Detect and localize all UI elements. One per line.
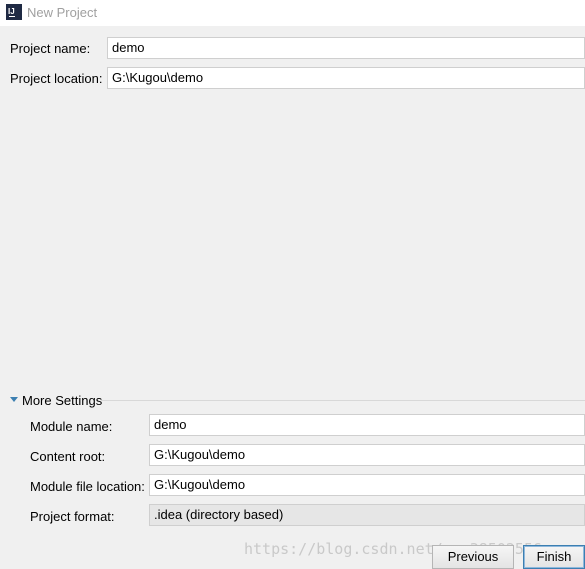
project-location-input[interactable]: G:\Kugou\demo bbox=[107, 67, 585, 89]
previous-button[interactable]: Previous bbox=[432, 545, 514, 569]
module-file-location-input[interactable]: G:\Kugou\demo bbox=[149, 474, 585, 496]
module-file-location-label: Module file location: bbox=[30, 479, 145, 494]
module-name-label: Module name: bbox=[30, 419, 113, 434]
content-root-input[interactable]: G:\Kugou\demo bbox=[149, 444, 585, 466]
project-format-select[interactable]: .idea (directory based) bbox=[149, 504, 585, 526]
project-location-label: Project location: bbox=[10, 71, 103, 86]
project-format-label: Project format: bbox=[30, 509, 115, 524]
intellij-logo-icon: IJ bbox=[6, 4, 22, 20]
section-divider bbox=[101, 400, 585, 401]
module-name-input[interactable]: demo bbox=[149, 414, 585, 436]
window-title: New Project bbox=[27, 5, 98, 20]
project-name-input[interactable]: demo bbox=[107, 37, 585, 59]
expand-triangle-icon[interactable] bbox=[10, 397, 18, 402]
content-root-label: Content root: bbox=[30, 449, 106, 464]
more-settings-label[interactable]: More Settings bbox=[22, 393, 102, 408]
project-name-label: Project name: bbox=[10, 41, 91, 56]
title-bar: IJ New Project bbox=[0, 0, 585, 26]
finish-button[interactable]: Finish bbox=[523, 545, 585, 569]
